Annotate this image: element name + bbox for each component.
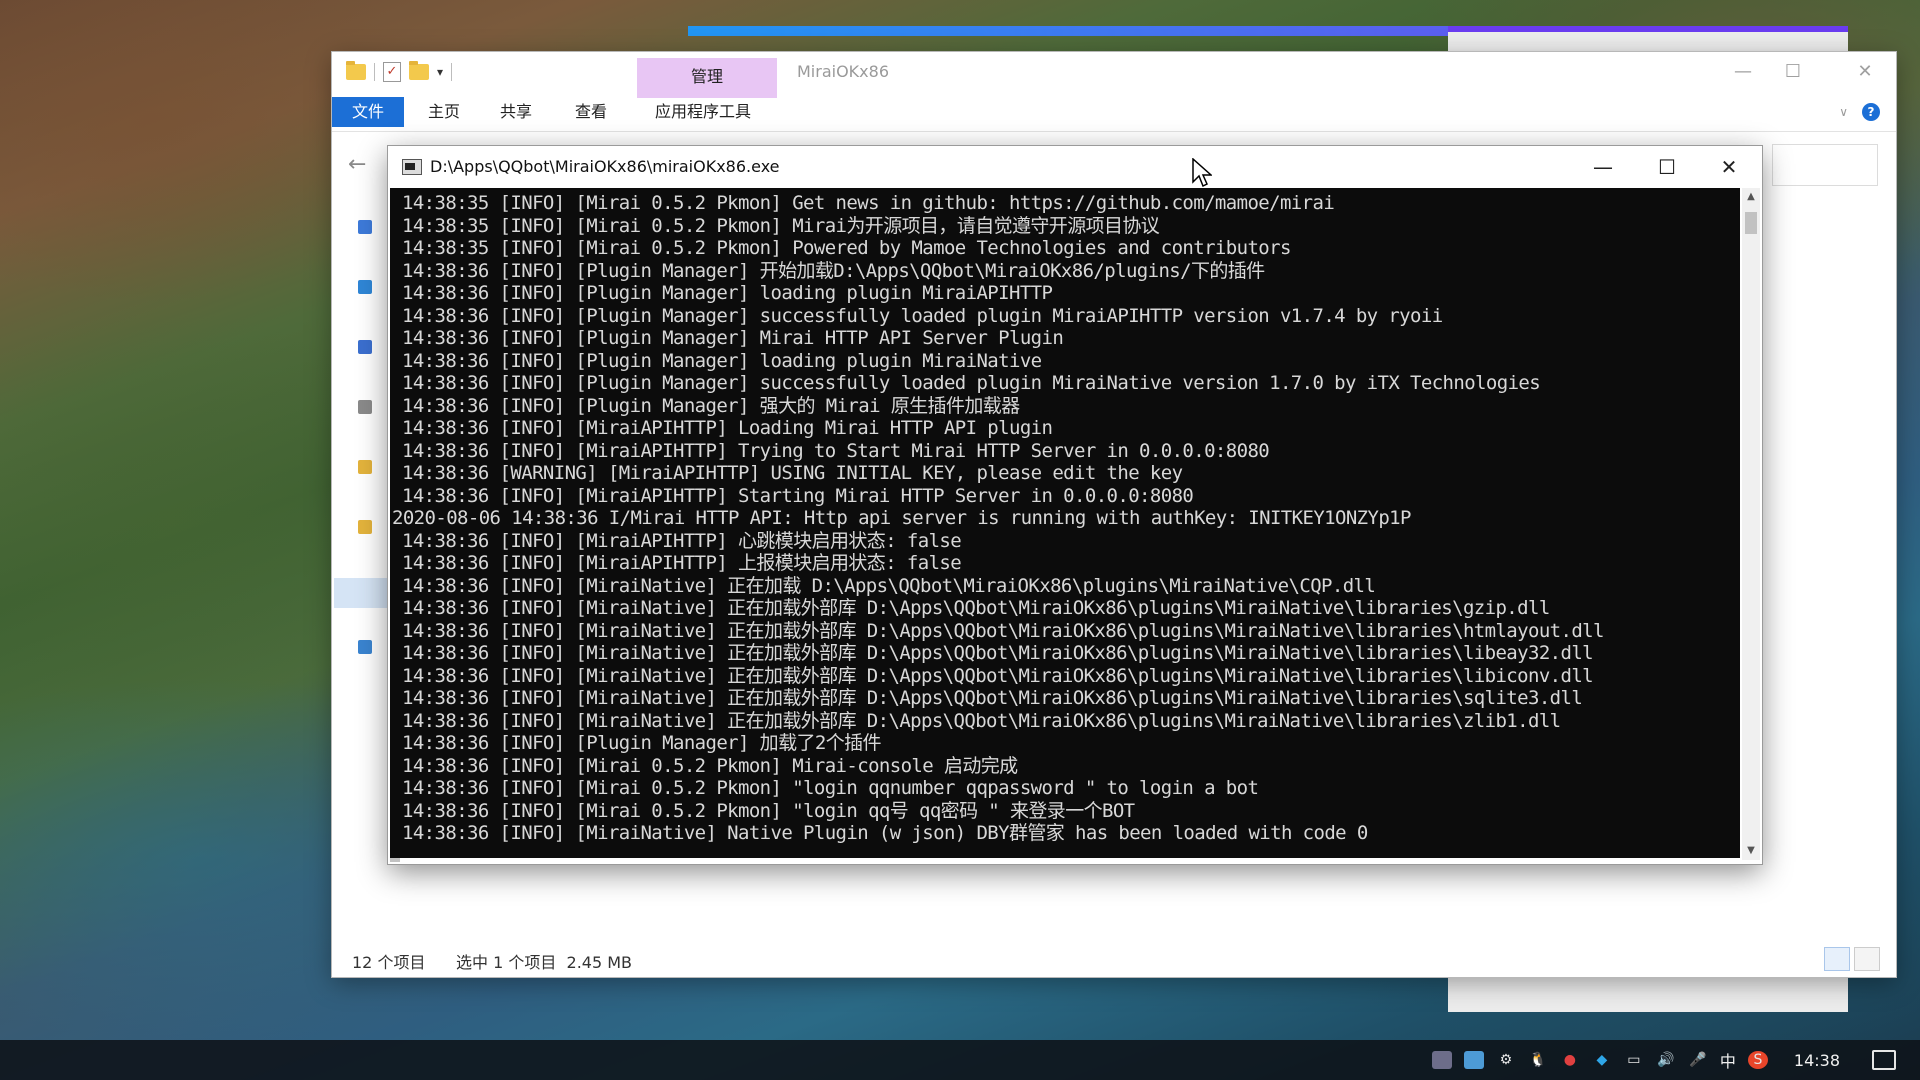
console-minimize-button[interactable]: — [1574, 150, 1632, 184]
downloads-icon[interactable] [358, 340, 372, 354]
customize-toolbar-icon[interactable]: ▾ [437, 65, 443, 79]
console-log-line: 14:38:36 [INFO] [Mirai 0.5.2 Pkmon] "log… [402, 799, 1135, 822]
console-log-line: 14:38:36 [INFO] [Plugin Manager] Mirai H… [402, 327, 1064, 349]
ribbon-controls: ∨ ? [1839, 103, 1880, 121]
explorer-window-title: MiraiOKx86 [797, 62, 889, 81]
navigation-pane [358, 220, 380, 700]
console-log-line: 14:38:36 [INFO] [MiraiAPIHTTP] Loading M… [402, 417, 1053, 439]
nav-selected-item[interactable] [334, 578, 390, 608]
toolbar-divider [374, 63, 375, 81]
console-log-line: 14:38:36 [INFO] [MiraiNative] 正在加载外部库 D:… [402, 642, 1594, 664]
console-window-title: D:\Apps\QQbot\MiraiOKx86\miraiOKx86.exe [430, 157, 780, 176]
ime-indicator[interactable]: 中 [1720, 1048, 1736, 1072]
horizontal-scroll-thumb[interactable] [390, 858, 400, 862]
back-arrow-icon[interactable]: ← [348, 152, 366, 177]
console-log-line: 14:38:36 [INFO] [MiraiAPIHTTP] 上报模块启用状态:… [402, 552, 962, 574]
scroll-up-icon[interactable]: ▲ [1742, 188, 1760, 206]
background-window-accent [688, 26, 1448, 36]
console-log-line: 14:38:35 [INFO] [Mirai 0.5.2 Pkmon] Get … [402, 192, 1335, 214]
taskbar-clock[interactable]: 14:38 [1794, 1051, 1840, 1070]
console-titlebar[interactable]: D:\Apps\QQbot\MiraiOKx86\miraiOKx86.exe … [388, 146, 1762, 188]
console-log-line: 14:38:36 [INFO] [MiraiAPIHTTP] 心跳模块启用状态:… [402, 529, 962, 552]
tab-home[interactable]: 主页 [412, 97, 476, 127]
view-toggle [1824, 947, 1880, 971]
console-log-line: 14:38:36 [INFO] [Mirai 0.5.2 Pkmon] Mira… [402, 754, 1018, 777]
folder-icon[interactable] [346, 61, 366, 80]
console-log-line: 14:38:36 [INFO] [Plugin Manager] loading… [402, 349, 1042, 372]
console-log-line: 14:38:36 [INFO] [Plugin Manager] loading… [402, 282, 1053, 304]
explorer-statusbar: 12 个项目 选中 1 个项目 2.45 MB [332, 941, 1896, 977]
help-icon[interactable]: ? [1862, 103, 1880, 121]
network-app-icon[interactable] [1463, 1051, 1484, 1069]
console-log-line: 14:38:36 [INFO] [MiraiNative] 正在加载外部库 D:… [402, 619, 1604, 642]
selection-info: 选中 1 个项目 2.45 MB [456, 953, 633, 972]
quick-access-toolbar: ✓ ▾ [346, 61, 453, 82]
this-pc-icon[interactable] [358, 640, 372, 654]
console-log-line: 14:38:36 [INFO] [MiraiNative] 正在加载外部库 D:… [402, 687, 1583, 709]
quick-access-icon[interactable] [358, 220, 372, 234]
sogou-ime-icon[interactable]: S [1747, 1051, 1768, 1069]
tab-share[interactable]: 共享 [484, 97, 548, 127]
console-output[interactable]: 14:38:35 [INFO] [Mirai 0.5.2 Pkmon] Get … [390, 188, 1740, 860]
console-horizontal-scrollbar[interactable] [390, 858, 1740, 862]
console-log-line: 14:38:35 [INFO] [Mirai 0.5.2 Pkmon] Mira… [402, 214, 1160, 237]
console-log-line: 14:38:36 [INFO] [Mirai 0.5.2 Pkmon] "log… [402, 777, 1259, 799]
console-log-line: 14:38:36 [INFO] [MiraiNative] 正在加载外部库 D:… [402, 597, 1550, 619]
cat-app-icon[interactable] [1431, 1051, 1452, 1069]
red-app-icon[interactable]: ● [1560, 1051, 1580, 1069]
item-count: 12 个项目 [352, 953, 426, 972]
scroll-down-icon[interactable]: ▼ [1742, 842, 1760, 860]
large-icons-view-button[interactable] [1854, 947, 1880, 971]
console-scrollbar[interactable]: ▲ ▼ [1742, 188, 1760, 860]
volume-icon[interactable]: 🔊 [1656, 1051, 1676, 1069]
desktop-icon[interactable] [358, 280, 372, 294]
console-log-line: 14:38:36 [INFO] [MiraiNative] Native Plu… [402, 822, 1368, 844]
console-app-icon[interactable] [402, 159, 422, 175]
steam-icon[interactable]: ⚙ [1496, 1051, 1516, 1069]
console-maximize-button[interactable]: ☐ [1638, 150, 1696, 184]
console-close-button[interactable]: ✕ [1700, 150, 1758, 184]
console-log-line: 14:38:36 [INFO] [Plugin Manager] 开始加载D:\… [402, 259, 1265, 282]
microphone-icon[interactable]: 🎤 [1688, 1051, 1708, 1069]
console-log-line: 14:38:36 [INFO] [MiraiNative] 正在加载外部库 D:… [402, 664, 1594, 687]
expand-ribbon-icon[interactable]: ∨ [1839, 105, 1848, 119]
taskbar: ⚙ 🐧 ● ◆ ▭ 🔊 🎤 中 S 14:38 [0, 1040, 1920, 1080]
tab-manage[interactable]: 管理 [637, 58, 777, 98]
system-tray: ⚙ 🐧 ● ◆ ▭ 🔊 🎤 中 S 14:38 [1431, 1040, 1920, 1080]
properties-icon[interactable]: ✓ [383, 62, 401, 82]
console-log-line: 14:38:36 [INFO] [MiraiAPIHTTP] Starting … [402, 484, 1194, 507]
explorer-maximize-button[interactable]: ☐ [1770, 58, 1816, 86]
new-folder-icon[interactable] [409, 61, 429, 80]
qq-icon[interactable]: 🐧 [1528, 1051, 1548, 1069]
console-log-line: 14:38:35 [INFO] [Mirai 0.5.2 Pkmon] Powe… [402, 237, 1291, 259]
explorer-close-button[interactable]: ✕ [1842, 58, 1888, 86]
console-log-line: 14:38:36 [INFO] [Plugin Manager] success… [402, 372, 1541, 394]
console-log-line: 14:38:36 [INFO] [MiraiAPIHTTP] Trying to… [402, 439, 1270, 462]
vscode-icon[interactable]: ◆ [1592, 1051, 1612, 1069]
console-log-line: 14:38:36 [WARNING] [MiraiAPIHTTP] USING … [402, 462, 1183, 484]
console-log-line: 14:38:36 [INFO] [MiraiNative] 正在加载外部库 D:… [402, 709, 1561, 732]
search-input[interactable] [1772, 144, 1878, 186]
console-log-line: 14:38:36 [INFO] [MiraiNative] 正在加载 D:\Ap… [402, 574, 1376, 597]
network-icon[interactable]: ▭ [1624, 1051, 1644, 1069]
folder-icon[interactable] [358, 520, 372, 534]
tab-app-tools[interactable]: 应用程序工具 [639, 97, 767, 127]
explorer-ribbon: 文件 主页 共享 查看 应用程序工具 ∨ ? [332, 97, 1896, 132]
notification-center-icon[interactable] [1872, 1050, 1896, 1070]
console-log-line: 14:38:36 [INFO] [Plugin Manager] 强大的 Mir… [402, 394, 1020, 417]
tab-file[interactable]: 文件 [332, 97, 404, 127]
documents-icon[interactable] [358, 400, 372, 414]
explorer-minimize-button[interactable]: — [1720, 58, 1766, 86]
explorer-titlebar[interactable]: ✓ ▾ 管理 MiraiOKx86 — ☐ ✕ [332, 52, 1896, 98]
details-view-button[interactable] [1824, 947, 1850, 971]
console-log-line: 14:38:36 [INFO] [Plugin Manager] 加载了2个插件 [402, 732, 882, 754]
console-log-line: 14:38:36 [INFO] [Plugin Manager] success… [402, 304, 1443, 327]
toolbar-divider [451, 63, 453, 81]
console-window[interactable]: D:\Apps\QQbot\MiraiOKx86\miraiOKx86.exe … [388, 146, 1762, 864]
folder-icon[interactable] [358, 460, 372, 474]
console-log: 14:38:35 [INFO] [Mirai 0.5.2 Pkmon] Get … [390, 188, 1740, 845]
tab-view[interactable]: 查看 [559, 97, 623, 127]
console-log-line: 2020-08-06 14:38:36 I/Mirai HTTP API: Ht… [392, 507, 1411, 529]
scroll-thumb[interactable] [1745, 212, 1757, 234]
